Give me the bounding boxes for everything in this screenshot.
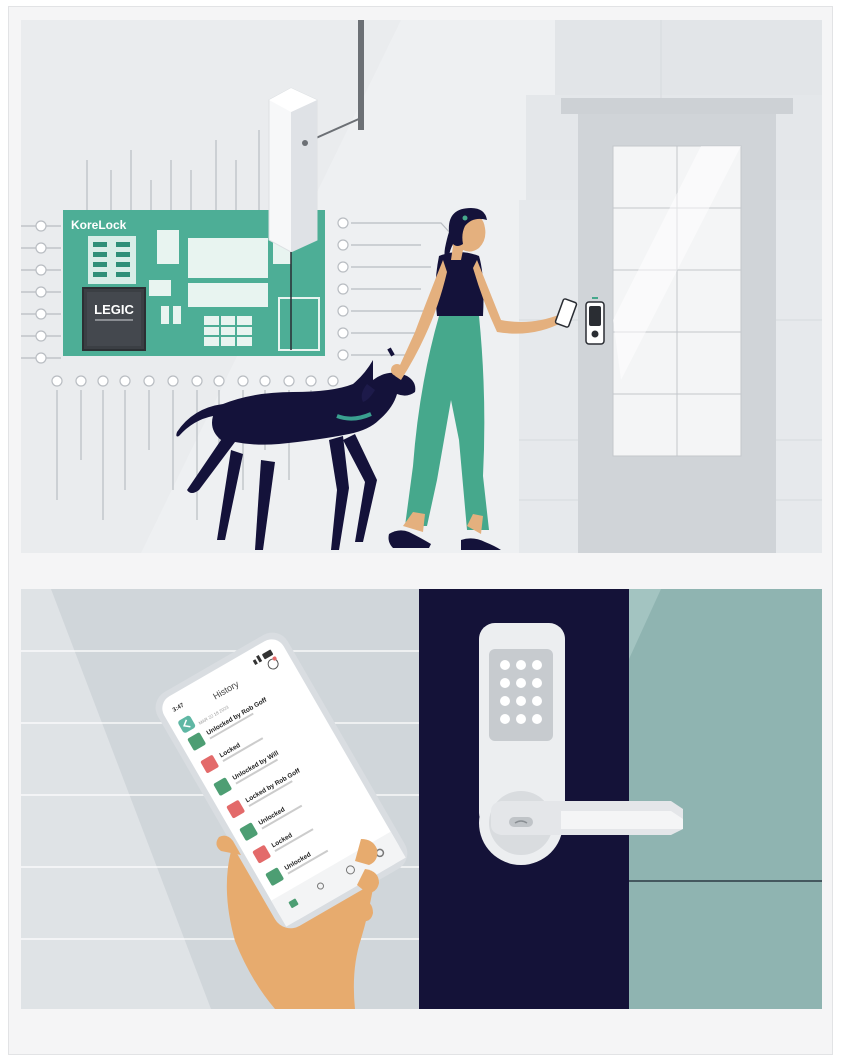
- board-brand-label: KoreLock: [71, 218, 127, 232]
- chip-label: LEGIC: [94, 302, 134, 317]
- phone-lock-illustration: 3:47 History MAR 22 18 2023 Unlocked by …: [21, 589, 822, 1009]
- bottom-illustration-panel: 3:47 History MAR 22 18 2023 Unlocked by …: [21, 589, 822, 1009]
- teal-wall: [629, 589, 822, 1009]
- access-scene-illustration: KoreLock LEGIC: [21, 20, 822, 553]
- top-illustration-panel: KoreLock LEGIC: [21, 20, 822, 553]
- legic-chip: LEGIC: [82, 287, 146, 351]
